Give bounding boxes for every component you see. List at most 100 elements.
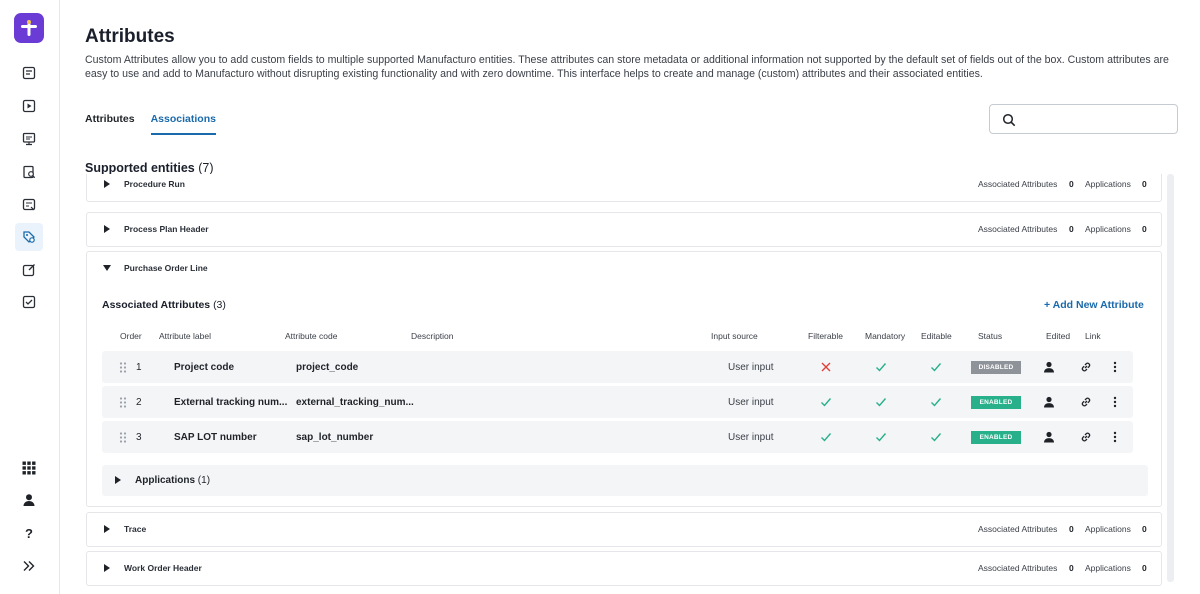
more-options-icon[interactable] (1109, 361, 1121, 373)
page-description: Custom Attributes allow you to add custo… (85, 54, 1169, 80)
column-header-filterable[interactable]: Filterable (808, 331, 843, 341)
collapse-caret-icon[interactable] (103, 265, 111, 271)
column-header-order[interactable]: Order (120, 331, 142, 341)
associated-attributes-heading: Associated Attributes (3) (102, 299, 226, 311)
play-icon[interactable] (19, 96, 39, 116)
drag-handle-icon[interactable] (119, 397, 127, 408)
associated-attributes-count: 0 (1069, 179, 1074, 189)
sidebar: ? (0, 0, 60, 594)
page-title: Attributes (85, 26, 175, 47)
applications-count: 0 (1142, 563, 1147, 573)
column-header-status[interactable]: Status (978, 331, 1002, 341)
expand-caret-icon[interactable] (104, 180, 110, 188)
entity-list: Procedure Run Associated Attributes 0 Ap… (85, 174, 1164, 586)
table-row[interactable]: 1 Project code project_code User input D… (102, 351, 1133, 383)
applications-count: 0 (1142, 524, 1147, 534)
check-icon (931, 363, 942, 372)
monitor-icon[interactable] (19, 129, 39, 149)
expand-caret-icon[interactable] (104, 225, 110, 233)
applications-label: Applications (1085, 524, 1131, 534)
entity-name: Trace (124, 524, 147, 534)
expand-sidebar-icon[interactable] (20, 557, 38, 575)
supported-entities-heading: Supported entities (7) (85, 161, 214, 175)
entity-purchase-order-line[interactable]: Purchase Order Line Associated Attribute… (86, 251, 1162, 507)
document-icon[interactable] (19, 195, 39, 215)
status-badge[interactable]: ENABLED (971, 396, 1021, 409)
column-header-mandatory[interactable]: Mandatory (865, 331, 905, 341)
attributes-icon[interactable] (15, 223, 43, 251)
input-source-cell: User input (728, 397, 774, 408)
apps-grid-icon[interactable] (20, 459, 38, 477)
tab-associations[interactable]: Associations (150, 113, 216, 135)
checklist-icon[interactable] (19, 292, 39, 312)
attribute-label-cell: SAP LOT number (174, 432, 257, 443)
user-icon[interactable] (1043, 396, 1055, 408)
user-icon[interactable] (1043, 431, 1055, 443)
input-source-cell: User input (728, 362, 774, 373)
link-icon[interactable] (1080, 431, 1092, 443)
associated-attributes-total: (3) (213, 299, 226, 311)
tab-bar: Attributes Associations (85, 113, 216, 135)
scrollbar[interactable] (1167, 174, 1174, 582)
more-options-icon[interactable] (1109, 396, 1121, 408)
applications-heading: Applications (1) (135, 475, 210, 486)
table-row[interactable]: 3 SAP LOT number sap_lot_number User inp… (102, 421, 1133, 453)
column-header-description[interactable]: Description (411, 331, 454, 341)
column-header-attribute-code[interactable]: Attribute code (285, 331, 337, 341)
edit-icon[interactable] (19, 260, 39, 280)
attribute-code-cell: sap_lot_number (296, 432, 374, 443)
link-icon[interactable] (1080, 396, 1092, 408)
status-badge[interactable]: DISABLED (971, 361, 1021, 374)
applications-label: Applications (1085, 563, 1131, 573)
associated-attributes-label: Associated Attributes (978, 224, 1058, 234)
supported-entities-count: (7) (198, 161, 214, 175)
entity-name: Work Order Header (124, 563, 202, 573)
supported-entities-label: Supported entities (85, 161, 195, 175)
entity-name: Purchase Order Line (124, 263, 208, 273)
applications-count: 0 (1142, 224, 1147, 234)
column-header-editable[interactable]: Editable (921, 331, 952, 341)
entity-process-plan-header[interactable]: Process Plan Header Associated Attribute… (86, 212, 1162, 247)
attribute-code-cell: external_tracking_num... (296, 397, 414, 408)
expand-caret-icon[interactable] (104, 525, 110, 533)
column-header-link[interactable]: Link (1085, 331, 1101, 341)
applications-total: (1) (197, 475, 211, 486)
column-header-edited[interactable]: Edited (1046, 331, 1070, 341)
applications-row[interactable]: Applications (1) (102, 465, 1148, 496)
search-box[interactable] (989, 104, 1178, 134)
drag-handle-icon[interactable] (119, 362, 127, 373)
table-row[interactable]: 2 External tracking num... external_trac… (102, 386, 1133, 418)
column-header-attribute-label[interactable]: Attribute label (159, 331, 211, 341)
associated-attributes-title: Associated Attributes (102, 299, 211, 311)
tab-attributes[interactable]: Attributes (85, 113, 135, 135)
help-icon[interactable]: ? (20, 524, 38, 542)
search-input[interactable] (1022, 109, 1172, 129)
entity-trace[interactable]: Trace Associated Attributes 0 Applicatio… (86, 512, 1162, 547)
order-cell: 2 (136, 397, 142, 408)
expand-caret-icon[interactable] (104, 564, 110, 572)
applications-count: 0 (1142, 179, 1147, 189)
associated-attributes-label: Associated Attributes (978, 179, 1058, 189)
associated-attributes-count: 0 (1069, 563, 1074, 573)
status-badge[interactable]: ENABLED (971, 431, 1021, 444)
user-icon[interactable] (1043, 361, 1055, 373)
applications-label: Applications (1085, 179, 1131, 189)
report-icon[interactable] (19, 63, 39, 83)
entity-work-order-header[interactable]: Work Order Header Associated Attributes … (86, 551, 1162, 586)
add-new-attribute-button[interactable]: + Add New Attribute (1044, 299, 1144, 311)
input-source-cell: User input (728, 432, 774, 443)
user-icon[interactable] (20, 491, 38, 509)
check-icon (876, 363, 887, 372)
more-options-icon[interactable] (1109, 431, 1121, 443)
attribute-code-cell: project_code (296, 362, 359, 373)
check-icon (931, 433, 942, 442)
order-cell: 3 (136, 432, 142, 443)
attribute-label-cell: Project code (174, 362, 235, 373)
entity-procedure-run[interactable]: Procedure Run Associated Attributes 0 Ap… (86, 174, 1162, 202)
expand-caret-icon[interactable] (115, 476, 121, 484)
link-icon[interactable] (1080, 361, 1092, 373)
drag-handle-icon[interactable] (119, 432, 127, 443)
inspection-icon[interactable] (19, 162, 39, 182)
app-logo-icon[interactable] (14, 13, 44, 43)
column-header-input-source[interactable]: Input source (711, 331, 758, 341)
